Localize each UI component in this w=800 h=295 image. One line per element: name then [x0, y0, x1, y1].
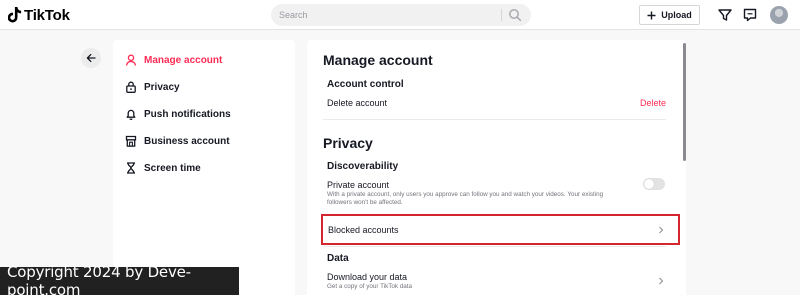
private-account-description: With a private account, only users you a… — [327, 191, 604, 206]
top-bar: TikTok Upload — [0, 0, 800, 30]
private-account-label: Private account — [327, 180, 390, 190]
sidebar-item-label: Screen time — [144, 162, 201, 174]
toggle-knob — [644, 179, 654, 189]
search-bar — [271, 4, 531, 26]
data-heading: Data — [327, 253, 349, 264]
search-icon[interactable] — [508, 8, 522, 22]
sidebar-item-screen-time[interactable]: Screen time — [125, 159, 201, 177]
manage-account-title: Manage account — [323, 52, 433, 68]
sidebar-item-business-account[interactable]: Business account — [125, 132, 230, 150]
messages-icon[interactable] — [742, 7, 758, 23]
section-divider — [323, 246, 666, 247]
copyright-watermark: Copyright 2024 by Deve-point.com — [0, 263, 239, 295]
sidebar-item-manage-account[interactable]: Manage account — [125, 51, 222, 69]
upload-label: Upload — [661, 10, 692, 20]
settings-sidebar: Manage account Privacy Push notification… — [113, 40, 295, 295]
search-input[interactable] — [279, 4, 501, 26]
sidebar-item-label: Manage account — [144, 54, 223, 66]
panel-scrollbar[interactable] — [683, 43, 686, 161]
sidebar-item-push-notifications[interactable]: Push notifications — [125, 105, 231, 123]
arrow-left-icon — [86, 53, 96, 63]
store-icon — [125, 135, 137, 147]
download-data-label[interactable]: Download your data — [327, 272, 407, 282]
avatar[interactable] — [770, 6, 788, 24]
search-divider — [501, 9, 502, 21]
plus-icon — [647, 11, 656, 19]
logo-text: TikTok — [24, 6, 70, 24]
person-icon — [125, 54, 137, 66]
blocked-accounts-row[interactable]: Blocked accounts — [321, 214, 680, 245]
sidebar-item-privacy[interactable]: Privacy — [125, 78, 180, 96]
lock-icon — [126, 81, 136, 93]
discoverability-heading: Discoverability — [327, 161, 399, 172]
sidebar-item-label: Business account — [144, 135, 230, 147]
privacy-title: Privacy — [323, 135, 373, 151]
delete-account-label: Delete account — [327, 98, 388, 108]
sidebar-item-label: Privacy — [144, 81, 180, 93]
blocked-accounts-label: Blocked accounts — [328, 225, 399, 235]
bell-icon — [126, 109, 136, 120]
account-control-heading: Account control — [327, 79, 404, 90]
hourglass-icon — [127, 162, 135, 174]
private-account-toggle[interactable] — [643, 178, 665, 190]
sidebar-item-label: Push notifications — [144, 108, 231, 120]
inbox-filter-icon[interactable] — [717, 7, 733, 23]
delete-account-link[interactable]: Delete — [640, 98, 666, 108]
tiktok-note-icon — [8, 7, 22, 23]
tiktok-logo[interactable]: TikTok — [8, 6, 70, 24]
settings-panel: Manage account Account control Delete ac… — [307, 40, 686, 295]
download-data-description: Get a copy of your TikTok data — [327, 283, 413, 290]
back-button[interactable] — [81, 48, 101, 68]
chevron-right-icon — [659, 226, 664, 234]
section-divider — [323, 119, 666, 120]
chevron-right-icon[interactable] — [657, 277, 665, 285]
upload-button[interactable]: Upload — [639, 5, 700, 25]
